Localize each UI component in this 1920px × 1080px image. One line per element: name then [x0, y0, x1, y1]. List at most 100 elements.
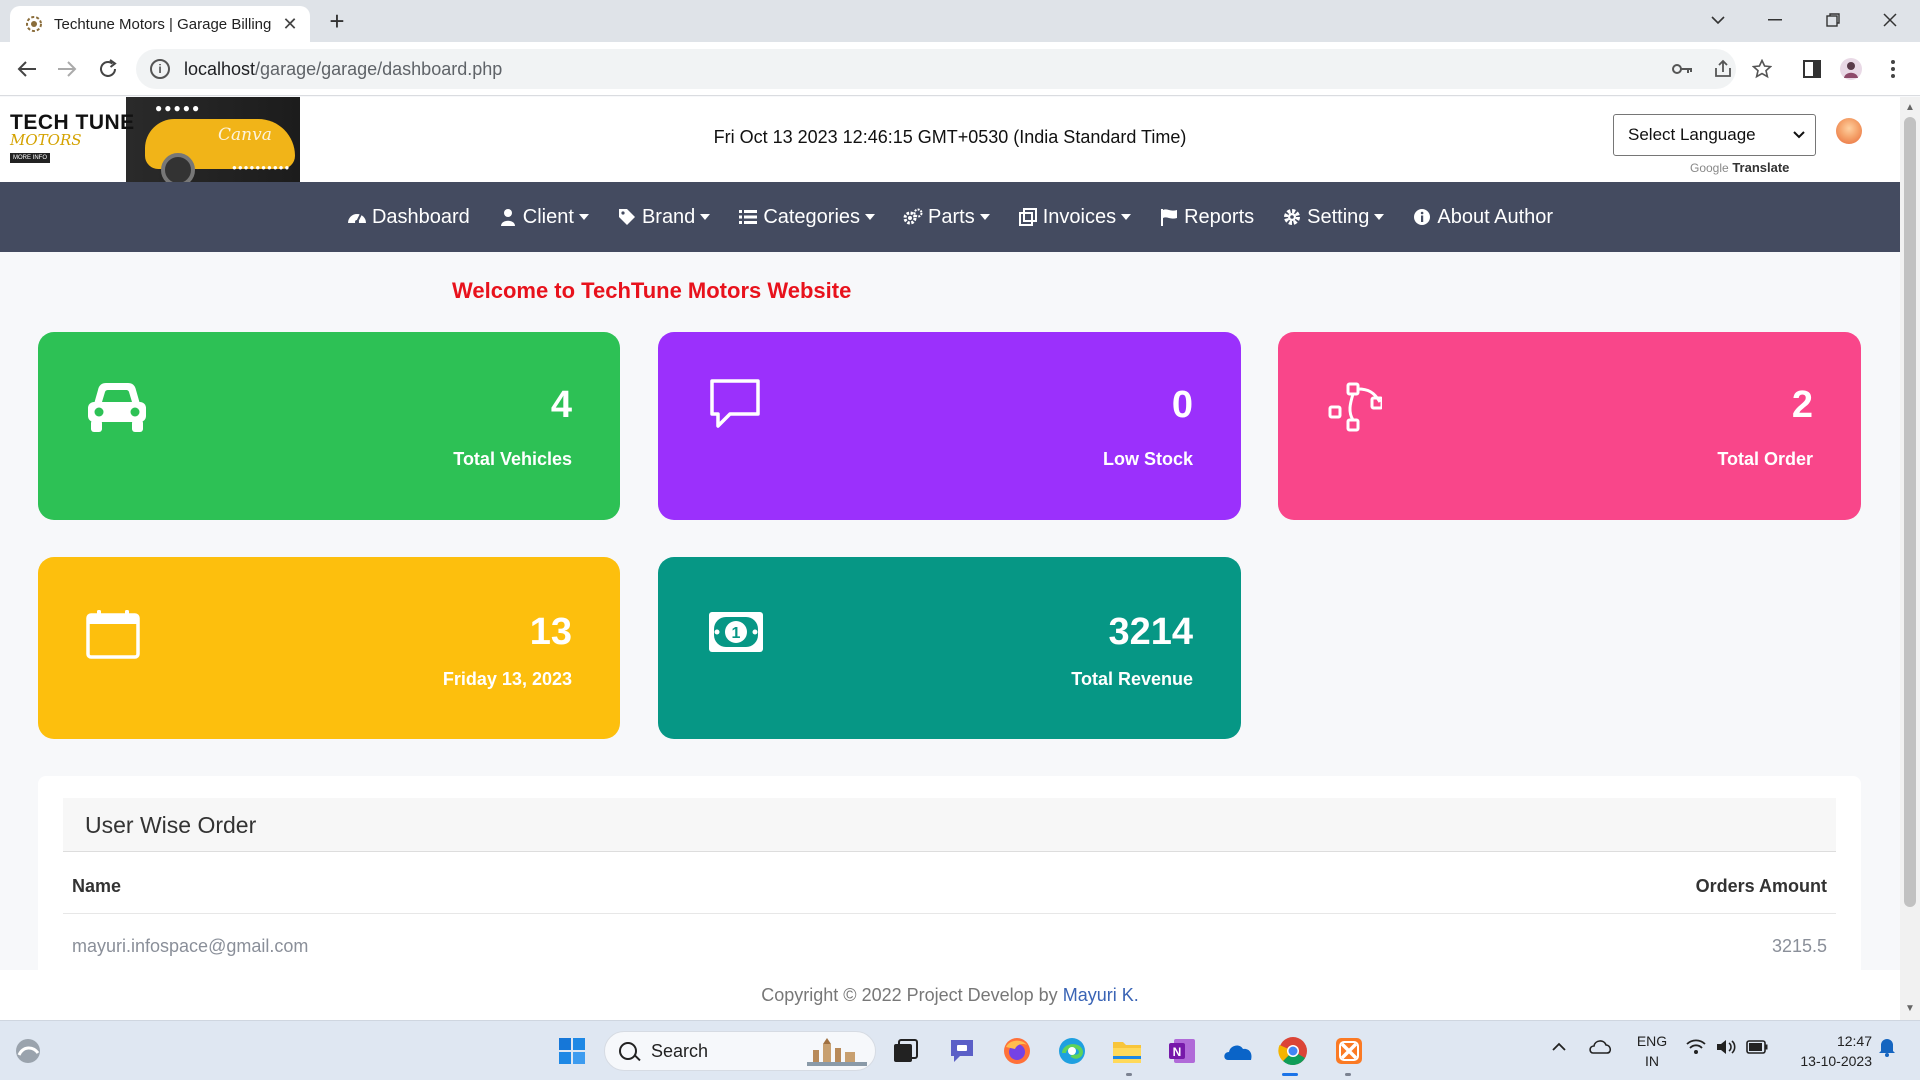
back-arrow-icon[interactable]: [12, 54, 42, 84]
google-translate-credit[interactable]: Google Translate: [1690, 160, 1789, 175]
restore-button[interactable]: [1803, 0, 1863, 40]
teams-chat-icon[interactable]: [944, 1033, 980, 1069]
nav-invoices[interactable]: Invoices: [1018, 205, 1132, 229]
browser-toolbar: i localhost/garage/garage/dashboard.php: [0, 42, 1920, 96]
nav-categories[interactable]: Categories: [738, 206, 876, 229]
site-footer: Copyright © 2022 Project Develop by Mayu…: [0, 970, 1900, 1020]
browser-menu-icon[interactable]: [1880, 56, 1906, 82]
minimize-button[interactable]: [1745, 0, 1805, 40]
info-circle-icon: [1412, 207, 1432, 227]
chrome-active-indicator: [1282, 1073, 1298, 1076]
nav-about-author[interactable]: About Author: [1412, 206, 1553, 229]
logo-watermark: Canva: [218, 125, 272, 145]
share-icon[interactable]: [1710, 56, 1736, 82]
system-clock[interactable]: 12:47 13-10-2023: [1776, 1031, 1872, 1071]
language-select[interactable]: Select Language: [1613, 114, 1816, 156]
taskbar-search-label: Search: [651, 1040, 709, 1061]
browser-tab[interactable]: Techtune Motors | Garage Billing ✕: [10, 6, 310, 42]
forward-arrow-icon[interactable]: [52, 54, 82, 84]
wifi-icon[interactable]: [1686, 1039, 1706, 1058]
nav-label: Client: [522, 205, 574, 228]
tachometer-icon: [347, 207, 367, 227]
chrome-icon[interactable]: [1275, 1033, 1311, 1069]
card-value: 0: [1171, 384, 1193, 426]
logo-subtitle: MOTORS: [10, 131, 82, 149]
network-cloud-icon[interactable]: [1588, 1037, 1612, 1058]
file-explorer-icon[interactable]: [1109, 1033, 1145, 1069]
close-window-button[interactable]: [1860, 0, 1920, 40]
reload-icon[interactable]: [93, 54, 123, 84]
taskbar-search-box[interactable]: Search: [604, 1031, 876, 1071]
date-card[interactable]: 13 Friday 13, 2023: [38, 557, 620, 739]
tab-close-icon[interactable]: ✕: [280, 14, 300, 35]
tray-overflow-chevron-icon[interactable]: [1552, 1039, 1566, 1055]
nav-label: Dashboard: [371, 205, 470, 228]
nav-client[interactable]: Client: [498, 206, 589, 229]
start-windows-icon[interactable]: [554, 1033, 590, 1069]
card-value: 13: [529, 611, 572, 653]
table-row: mayuri.infospace@gmail.com 3215.5: [63, 914, 1836, 974]
input-language[interactable]: ENG IN: [1636, 1031, 1668, 1071]
onenote-icon[interactable]: N: [1164, 1033, 1200, 1069]
edge-icon[interactable]: [1054, 1033, 1090, 1069]
user-avatar[interactable]: [1836, 118, 1862, 144]
profile-avatar-icon[interactable]: [1838, 56, 1864, 82]
site-header: TECH TUNE MOTORS MORE INFO ●●●●● Canva ●…: [0, 97, 1900, 182]
calendar-icon: [86, 609, 140, 664]
row-amount: 3215.5: [1771, 936, 1827, 956]
side-panel-icon[interactable]: [1799, 56, 1825, 82]
volume-icon[interactable]: [1716, 1039, 1736, 1058]
nav-parts[interactable]: Parts: [903, 206, 990, 229]
caret-down-icon: [700, 214, 711, 220]
task-view-icon[interactable]: [888, 1033, 924, 1069]
firefox-icon[interactable]: [999, 1033, 1035, 1069]
nav-brand[interactable]: Brand: [617, 205, 711, 229]
bookmark-star-icon[interactable]: [1749, 56, 1775, 82]
notification-bell-icon[interactable]: [1878, 1037, 1896, 1060]
battery-icon[interactable]: [1746, 1040, 1768, 1057]
logo-dots: ●●●●●: [155, 101, 202, 115]
address-bar[interactable]: i localhost/garage/garage/dashboard.php: [136, 49, 1736, 89]
bezier-curve-icon: [1328, 382, 1384, 439]
new-tab-button[interactable]: +: [322, 7, 352, 37]
nav-dashboard[interactable]: Dashboard: [347, 206, 470, 229]
key-icon[interactable]: [1670, 56, 1696, 82]
total-revenue-card[interactable]: 1 3214 Total Revenue: [658, 557, 1241, 739]
svg-text:1: 1: [732, 625, 741, 642]
onedrive-icon[interactable]: [1220, 1033, 1256, 1069]
footer-author-link[interactable]: Mayuri K.: [1063, 985, 1139, 1005]
comment-icon: [708, 378, 762, 435]
os-taskbar: Search N ENG IN 12:47 13-10-2023: [0, 1020, 1920, 1080]
total-vehicles-card[interactable]: 4 Total Vehicles: [38, 332, 620, 520]
gear-icon: [1282, 207, 1302, 227]
xampp-icon[interactable]: [1331, 1033, 1367, 1069]
caret-down-icon: [578, 214, 589, 220]
nav-label: Brand: [641, 205, 696, 228]
card-label: Low Stock: [1102, 449, 1193, 469]
site-logo[interactable]: TECH TUNE MOTORS MORE INFO ●●●●● Canva ●…: [0, 97, 300, 182]
nav-reports[interactable]: Reports: [1159, 206, 1254, 229]
scroll-up-icon[interactable]: ▲: [1900, 99, 1920, 117]
total-order-card[interactable]: 2 Total Order: [1278, 332, 1861, 520]
nav-setting[interactable]: Setting: [1282, 206, 1385, 229]
tab-search-chevron-icon[interactable]: [1688, 0, 1748, 40]
scrollbar-thumb[interactable]: [1904, 117, 1916, 907]
nav-label: Invoices: [1042, 205, 1117, 228]
scroll-down-icon[interactable]: ▼: [1900, 1000, 1920, 1018]
low-stock-card[interactable]: 0 Low Stock: [658, 332, 1241, 520]
explorer-running-indicator: [1126, 1073, 1132, 1076]
widgets-icon[interactable]: [10, 1033, 46, 1069]
language-code: ENG: [1636, 1033, 1668, 1049]
nav-label: About Author: [1437, 205, 1554, 228]
svg-text:N: N: [1173, 1045, 1182, 1059]
caret-down-icon: [865, 214, 876, 220]
caret-down-icon: [1374, 214, 1385, 220]
language-select-value: Select Language: [1628, 125, 1756, 144]
site-info-icon[interactable]: i: [150, 59, 170, 79]
clock-date: 13-10-2023: [1800, 1053, 1872, 1069]
flag-icon: [1159, 207, 1179, 227]
url-path: /garage/garage/dashboard.php: [255, 58, 503, 79]
region-code: IN: [1645, 1053, 1659, 1069]
chevron-down-icon: [1793, 131, 1805, 139]
page-scrollbar[interactable]: ▲ ▼: [1900, 97, 1920, 1020]
